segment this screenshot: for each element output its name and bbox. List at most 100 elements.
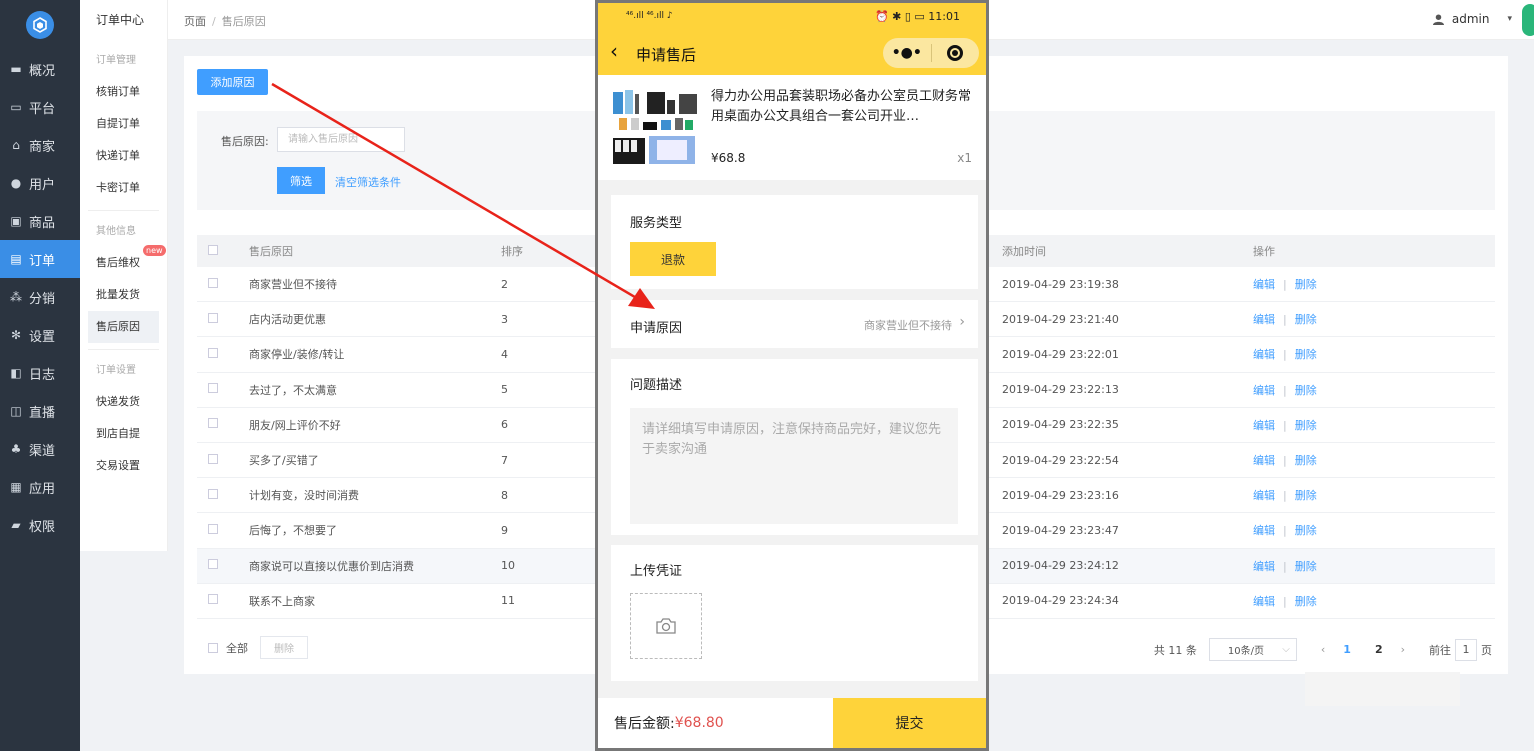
submenu-item-trade-settings[interactable]: 交易设置 [80, 450, 167, 482]
delete-link[interactable]: 删除 [1295, 278, 1317, 291]
row-checkbox[interactable] [208, 523, 218, 534]
page-2[interactable]: 2 [1375, 643, 1383, 656]
delete-link[interactable]: 删除 [1295, 348, 1317, 361]
sidebar-item-1[interactable]: ▭ 平台 [0, 88, 80, 126]
submenu-item-after-sale-reasons[interactable]: 售后原因 [88, 311, 159, 343]
camera-icon [656, 618, 676, 634]
delete-link[interactable]: 删除 [1295, 454, 1317, 467]
row-checkbox[interactable] [208, 418, 218, 429]
sidebar-item-label: 商品 [29, 215, 56, 231]
breadcrumb-root[interactable]: 页面 [184, 15, 206, 28]
delete-link[interactable]: 删除 [1295, 595, 1317, 608]
submenu-item-after-sale-rights[interactable]: 售后维权 new [80, 245, 167, 279]
delete-link[interactable]: 删除 [1295, 313, 1317, 326]
sidebar-item-5[interactable]: ▤ 订单 [0, 240, 80, 278]
upload-photo-button[interactable] [630, 593, 702, 659]
filter-button[interactable]: 筛选 [277, 167, 325, 194]
sidebar-item-label: 平台 [29, 101, 56, 117]
row-checkbox[interactable] [208, 488, 218, 499]
row-checkbox[interactable] [208, 453, 218, 464]
reason-search-input[interactable]: 请输入售后原因 [277, 127, 405, 152]
submenu-item-batch-ship[interactable]: 批量发货 [80, 279, 167, 311]
page-jump: 前往 1 页 [1429, 638, 1492, 661]
product-thumbnail [613, 90, 697, 164]
select-all-footer-checkbox[interactable] [208, 642, 218, 653]
sidebar-item-8[interactable]: ◧ 日志 [0, 354, 80, 392]
floating-badge[interactable] [1522, 4, 1534, 36]
delete-link[interactable]: 删除 [1295, 524, 1317, 537]
row-checkbox[interactable] [208, 312, 218, 323]
edit-link[interactable]: 编辑 [1253, 278, 1275, 291]
next-page-icon[interactable]: › [1401, 643, 1405, 656]
edit-link[interactable]: 编辑 [1253, 524, 1275, 537]
row-checkbox[interactable] [208, 559, 218, 570]
bulk-delete-button[interactable]: 删除 [260, 636, 308, 659]
delete-link[interactable]: 删除 [1295, 384, 1317, 397]
main-sidebar: ▬ 概况 ▭ 平台 ⌂ 商家 ● 用户 ▣ 商品 ▤ 订单 ⁂ 分销 ✻ 设置 ◧ 日志 ◫ 直播 ♣ 渠道 ▦ 应用 ▰ 权限 [0, 0, 80, 751]
select-all-checkbox[interactable] [208, 244, 218, 255]
submenu-item-express-ship[interactable]: 快递发货 [80, 386, 167, 418]
row-actions: 编辑 | 删除 [1253, 346, 1495, 362]
delete-link[interactable]: 删除 [1295, 419, 1317, 432]
page-1[interactable]: 1 [1343, 643, 1351, 656]
store-icon: ⌂ [12, 138, 20, 152]
lock-icon: ▰ [11, 518, 21, 532]
edit-link[interactable]: 编辑 [1253, 419, 1275, 432]
logo-cube-icon [26, 11, 54, 39]
row-checkbox[interactable] [208, 383, 218, 394]
row-time: 2019-04-29 23:23:47 [1002, 523, 1119, 537]
sidebar-item-6[interactable]: ⁂ 分销 [0, 278, 80, 316]
submenu-title: 订单中心 [96, 13, 145, 27]
row-actions: 编辑 | 删除 [1253, 276, 1495, 292]
sidebar-item-2[interactable]: ⌂ 商家 [0, 126, 80, 164]
submenu-divider [88, 349, 159, 350]
edit-link[interactable]: 编辑 [1253, 560, 1275, 573]
delete-link[interactable]: 删除 [1295, 560, 1317, 573]
submenu-group-order-settings: 订单设置 [96, 365, 136, 376]
row-reason: 联系不上商家 [249, 594, 315, 608]
add-reason-button[interactable]: 添加原因 [197, 69, 268, 95]
delete-link[interactable]: 删除 [1295, 489, 1317, 502]
sidebar-item-4[interactable]: ▣ 商品 [0, 202, 80, 240]
row-checkbox[interactable] [208, 594, 218, 605]
submenu-item-pickup-orders[interactable]: 自提订单 [80, 108, 167, 140]
row-checkbox[interactable] [208, 347, 218, 358]
edit-link[interactable]: 编辑 [1253, 313, 1275, 326]
submenu-item-store-pickup[interactable]: 到店自提 [80, 418, 167, 450]
sidebar-item-11[interactable]: ▦ 应用 [0, 468, 80, 506]
refund-option-button[interactable]: 退款 [630, 242, 716, 276]
submenu-item-express-orders[interactable]: 快递订单 [80, 140, 167, 172]
user-menu[interactable]: admin ▾ [1432, 12, 1512, 26]
reason-value: 商家营业但不接待 [864, 319, 952, 332]
row-reason: 买多了/买错了 [249, 454, 319, 468]
sidebar-item-3[interactable]: ● 用户 [0, 164, 80, 202]
edit-link[interactable]: 编辑 [1253, 348, 1275, 361]
app-logo[interactable] [0, 0, 80, 50]
goto-page-input[interactable]: 1 [1455, 638, 1477, 661]
clear-filter-link[interactable]: 清空筛选条件 [335, 174, 401, 190]
row-checkbox[interactable] [208, 277, 218, 288]
sidebar-item-7[interactable]: ✻ 设置 [0, 316, 80, 354]
description-textarea[interactable]: 请详细填写申请原因，注意保持商品完好，建议您先于卖家沟通 [630, 408, 958, 524]
sidebar-item-12[interactable]: ▰ 权限 [0, 506, 80, 544]
prev-page-icon[interactable]: ‹ [1321, 643, 1325, 656]
upload-label: 上传凭证 [630, 564, 683, 579]
more-dots-icon[interactable]: •●• [883, 45, 931, 61]
sidebar-item-0[interactable]: ▬ 概况 [0, 50, 80, 88]
submit-button[interactable]: 提交 [833, 698, 986, 748]
page-size-select[interactable]: 10条/页 ⌵ [1208, 638, 1297, 661]
reason-row[interactable]: 申请原因 商家营业但不接待 › [611, 300, 978, 348]
submenu-item-verify-orders[interactable]: 核销订单 [80, 76, 167, 108]
product-name[interactable]: 得力办公用品套装职场必备办公室员工财务常用桌面办公文具组合一套公司开业… [711, 87, 975, 127]
close-target-icon[interactable] [931, 45, 979, 61]
blurred-area [1305, 672, 1460, 706]
edit-link[interactable]: 编辑 [1253, 595, 1275, 608]
edit-link[interactable]: 编辑 [1253, 454, 1275, 467]
submenu-item-card-orders[interactable]: 卡密订单 [80, 172, 167, 204]
back-arrow-icon[interactable]: ‹ [610, 39, 618, 63]
edit-link[interactable]: 编辑 [1253, 489, 1275, 502]
sidebar-item-10[interactable]: ♣ 渠道 [0, 430, 80, 468]
sidebar-item-9[interactable]: ◫ 直播 [0, 392, 80, 430]
edit-link[interactable]: 编辑 [1253, 384, 1275, 397]
row-reason: 后悔了，不想要了 [249, 524, 337, 538]
